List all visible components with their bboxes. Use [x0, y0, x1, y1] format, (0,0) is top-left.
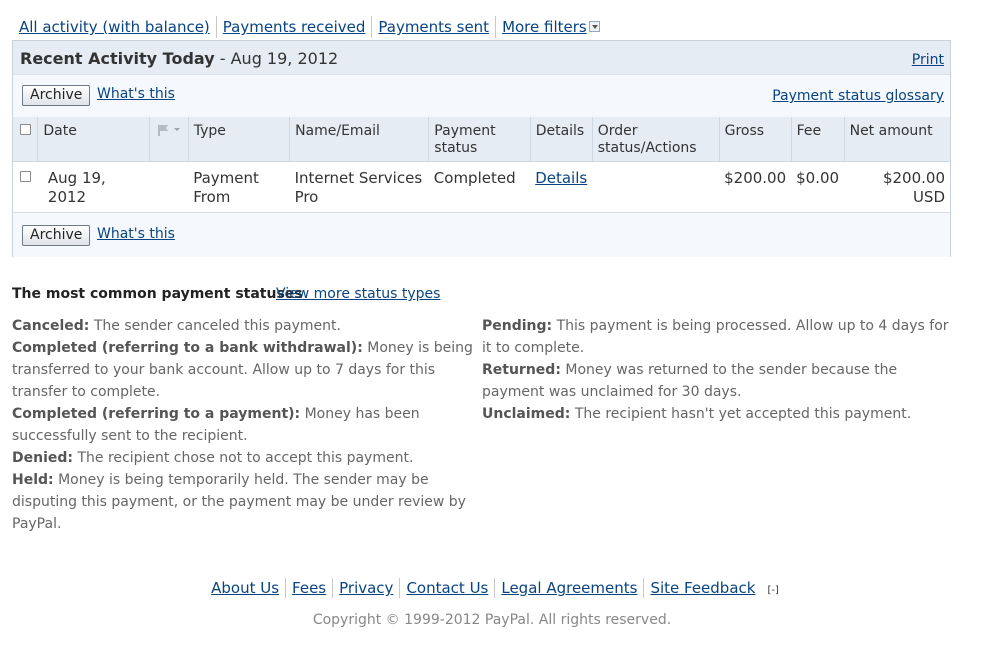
- footer-privacy-link[interactable]: Privacy: [332, 578, 399, 598]
- activity-filter-bar: All activity (with balance) Payments rec…: [13, 15, 606, 39]
- column-name-email[interactable]: Name/Email: [289, 117, 429, 162]
- column-gross[interactable]: Gross: [718, 117, 792, 162]
- statuses-left-column: Canceled: The sender canceled this payme…: [12, 315, 474, 535]
- filter-payments-sent-link[interactable]: Payments sent: [372, 16, 495, 38]
- statuses-right-column: Pending: This payment is being processed…: [482, 315, 952, 425]
- row-flag-cell: [149, 161, 189, 213]
- row-gross: $200.00: [719, 161, 792, 213]
- footer-fees-link[interactable]: Fees: [285, 578, 332, 598]
- column-payment-status[interactable]: Payment status: [428, 117, 531, 162]
- row-date: Aug 19, 2012: [37, 161, 150, 213]
- whats-this-link-top[interactable]: What's this: [97, 86, 175, 102]
- more-filters-link[interactable]: More filters: [502, 18, 587, 36]
- status-term: Completed (referring to a payment):: [12, 406, 301, 422]
- filter-payments-received-link[interactable]: Payments received: [217, 16, 372, 38]
- status-entry: Returned: Money was returned to the send…: [482, 359, 952, 403]
- activity-table: Date Type Name/Email Payment status Deta…: [13, 117, 950, 213]
- flag-icon[interactable]: [155, 123, 183, 137]
- status-term: Canceled:: [12, 318, 90, 334]
- table-header-row: Date Type Name/Email Payment status Deta…: [13, 117, 950, 162]
- column-date[interactable]: Date: [37, 117, 150, 162]
- status-term: Held:: [12, 472, 54, 488]
- status-description: The sender canceled this payment.: [89, 318, 341, 334]
- bottom-toolbar: Archive What's this: [13, 215, 950, 257]
- status-term: Returned:: [482, 362, 561, 378]
- archive-button-top[interactable]: Archive: [22, 85, 91, 106]
- top-toolbar: Archive What's this Payment status gloss…: [13, 75, 950, 117]
- row-payment-status: Completed: [428, 161, 531, 213]
- copyright-text: Copyright © 1999-2012 PayPal. All rights…: [312, 612, 672, 628]
- footer-about-us-link[interactable]: About Us: [205, 578, 285, 598]
- row-net-amount: $200.00 USD: [844, 161, 950, 213]
- more-filters-control[interactable]: More filters: [496, 16, 606, 38]
- row-details-cell: Details: [530, 161, 593, 213]
- table-row: Aug 19, 2012 Payment From Internet Servi…: [13, 161, 950, 213]
- status-entry: Denied: The recipient chose not to accep…: [12, 447, 474, 469]
- filter-all-activity-link[interactable]: All activity (with balance): [13, 16, 216, 38]
- status-entry: Held: Money is being temporarily held. T…: [12, 469, 474, 535]
- footer-site-feedback-link[interactable]: Site Feedback: [643, 578, 761, 598]
- statuses-heading: The most common payment statuses: [12, 286, 303, 302]
- status-description: The recipient hasn't yet accepted this p…: [570, 406, 912, 422]
- status-entry: Unclaimed: The recipient hasn't yet acce…: [482, 403, 952, 425]
- column-type[interactable]: Type: [187, 117, 290, 162]
- status-term: Pending:: [482, 318, 553, 334]
- print-link[interactable]: Print: [912, 52, 944, 68]
- row-fee: $0.00: [791, 161, 845, 213]
- recent-activity-date: - Aug 19, 2012: [214, 49, 339, 68]
- archive-button-bottom[interactable]: Archive: [22, 225, 91, 246]
- status-term: Completed (referring to a bank withdrawa…: [12, 340, 363, 356]
- row-checkbox[interactable]: [20, 171, 31, 182]
- status-entry: Pending: This payment is being processed…: [482, 315, 952, 359]
- recent-activity-panel: Recent Activity Today - Aug 19, 2012 Pri…: [12, 40, 951, 257]
- status-entry: Canceled: The sender canceled this payme…: [12, 315, 474, 337]
- row-order-status: [592, 161, 720, 213]
- footer-contact-us-link[interactable]: Contact Us: [399, 578, 494, 598]
- row-type: Payment From: [188, 161, 290, 213]
- whats-this-link-bottom[interactable]: What's this: [97, 226, 175, 242]
- select-all-header: [13, 117, 38, 162]
- dropdown-arrow-icon[interactable]: [588, 21, 600, 32]
- status-description: Money is being temporarily held. The sen…: [12, 472, 466, 532]
- status-description: The recipient chose not to accept this p…: [73, 450, 414, 466]
- select-all-checkbox[interactable]: [20, 124, 31, 135]
- column-flag[interactable]: [148, 117, 189, 162]
- status-description: This payment is being processed. Allow u…: [482, 318, 949, 356]
- status-entry: Completed (referring to a bank withdrawa…: [12, 337, 474, 403]
- column-net-amount[interactable]: Net amount: [843, 117, 950, 162]
- status-entry: Completed (referring to a payment): Mone…: [12, 403, 474, 447]
- footer-links: About Us Fees Privacy Contact Us Legal Agree…: [0, 578, 984, 598]
- status-term: Denied:: [12, 450, 73, 466]
- row-details-link[interactable]: Details: [535, 169, 587, 187]
- row-name-email: Internet Services Pro: [289, 161, 429, 213]
- recent-activity-header: Recent Activity Today - Aug 19, 2012 Pri…: [13, 41, 950, 75]
- column-fee[interactable]: Fee: [790, 117, 845, 162]
- row-select-cell: [13, 161, 38, 213]
- view-more-status-types-link[interactable]: View more status types: [276, 286, 440, 302]
- payment-status-glossary-link[interactable]: Payment status glossary: [772, 88, 944, 104]
- footer-legal-agreements-link[interactable]: Legal Agreements: [494, 578, 643, 598]
- column-details: Details: [529, 117, 593, 162]
- feedback-toggle-icon[interactable]: [-]: [767, 585, 778, 596]
- status-term: Unclaimed:: [482, 406, 571, 422]
- recent-activity-title: Recent Activity Today - Aug 19, 2012: [20, 49, 338, 68]
- column-order-status: Order status/Actions: [591, 117, 720, 162]
- recent-activity-title-bold: Recent Activity Today: [20, 49, 215, 68]
